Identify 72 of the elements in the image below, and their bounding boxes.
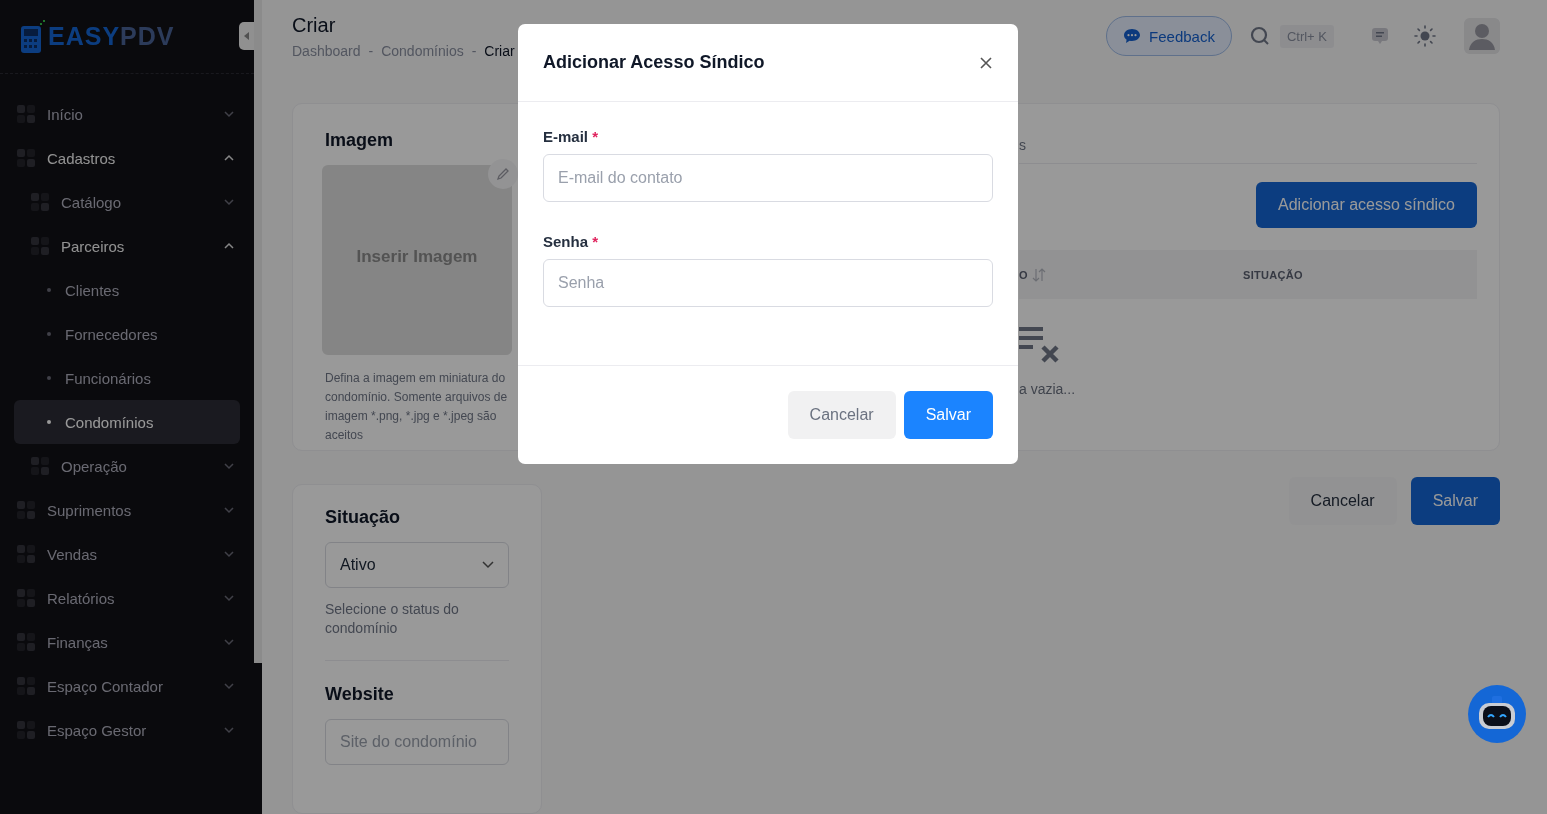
card-title: Website [325, 684, 395, 705]
sidebar-item[interactable]: Finanças [14, 620, 240, 664]
sidebar-item[interactable]: Cadastros [14, 136, 240, 180]
terminal-icon [20, 19, 46, 54]
bullet-icon [47, 420, 51, 424]
sidebar-item[interactable]: Início [14, 92, 240, 136]
page-title: Criar [292, 14, 337, 37]
logo: EASYPDV [48, 22, 175, 51]
sidebar-item[interactable]: Catálogo [14, 180, 240, 224]
sidebar-item[interactable]: Clientes [14, 268, 240, 312]
chevron-icon [224, 549, 234, 559]
empty-message: a vazia... [1019, 381, 1076, 397]
edit-button[interactable] [488, 159, 518, 189]
shortcut-hint: Ctrl+ K [1279, 24, 1334, 48]
message-icon[interactable] [1370, 26, 1390, 46]
breadcrumb-item: Criar [484, 43, 515, 59]
input-field[interactable]: Senha [543, 259, 993, 307]
chevron-icon [224, 241, 234, 251]
chevron-icon [224, 153, 234, 163]
breadcrumb-separator: - [471, 43, 477, 59]
sidebar-item[interactable]: Operação [14, 444, 240, 488]
tab[interactable]: s [1019, 137, 1026, 153]
collapse-button[interactable] [239, 22, 254, 50]
breadcrumb-separator: - [368, 43, 374, 59]
save-button[interactable]: Salvar [1410, 477, 1500, 525]
cancel-button[interactable]: Cancelar [787, 391, 896, 439]
input-field[interactable]: E-mail do contato [543, 154, 993, 202]
sidebar-item[interactable]: Fornecedores [14, 312, 240, 356]
caret-icon [243, 32, 250, 40]
sidebar-item[interactable]: Parceiros [14, 224, 240, 268]
sidebar-item[interactable]: Suprimentos [14, 488, 240, 532]
bullet-icon [47, 288, 51, 292]
save-button[interactable]: Salvar [903, 391, 993, 439]
bullet-icon [47, 376, 51, 380]
search-icon[interactable] [1249, 26, 1270, 46]
chevron-icon [224, 637, 234, 647]
field-label: E-mail * [543, 128, 600, 145]
add-access-button[interactable]: Adicionar acesso síndico [1256, 182, 1477, 228]
status-select[interactable]: Ativo [325, 542, 509, 588]
scrollbar[interactable] [254, 0, 262, 663]
sidebar-item[interactable]: Condomínios [14, 400, 240, 444]
bullet-icon [47, 332, 51, 336]
help-text: Selecione o status do condomínio [325, 600, 460, 638]
field-label: Senha * [543, 233, 600, 250]
chat-bubble-icon [1123, 28, 1142, 44]
sidebar-item[interactable]: Vendas [14, 532, 240, 576]
sun-icon[interactable] [1414, 25, 1436, 47]
sort-icon[interactable] [1031, 267, 1046, 282]
website-field[interactable]: Site do condomínio [325, 719, 509, 765]
help-text: Defina a imagem em miniatura do condomínio. Somente arquivos de imagem *.png, *.jpg e *.jpeg são aceitos [325, 370, 509, 444]
chevron-icon [224, 197, 234, 207]
chevron-icon [482, 561, 494, 569]
column-header: SITUAÇÃO [1243, 268, 1304, 281]
card-title: Imagem [325, 130, 395, 151]
chevron-icon [224, 681, 234, 691]
pencil-icon [496, 167, 510, 181]
modal-title: Adicionar Acesso Síndico [543, 52, 765, 73]
chevron-icon [224, 505, 234, 515]
chevron-icon [224, 725, 234, 735]
chevron-icon [224, 593, 234, 603]
sidebar-item[interactable]: Relatórios [14, 576, 240, 620]
sidebar-item[interactable]: Espaço Gestor [14, 708, 240, 752]
chevron-icon [224, 461, 234, 471]
breadcrumb-item[interactable]: Condomínios [381, 43, 464, 59]
sidebar-item[interactable]: Espaço Contador [14, 664, 240, 708]
chatbot-button[interactable] [1468, 685, 1526, 743]
breadcrumb-item[interactable]: Dashboard [292, 43, 361, 59]
chevron-icon [224, 109, 234, 119]
sidebar-item[interactable]: Funcionários [14, 356, 240, 400]
card-title: Situação [325, 507, 402, 528]
column-header[interactable]: O [1019, 268, 1028, 281]
feedback-button[interactable]: Feedback [1106, 16, 1232, 56]
